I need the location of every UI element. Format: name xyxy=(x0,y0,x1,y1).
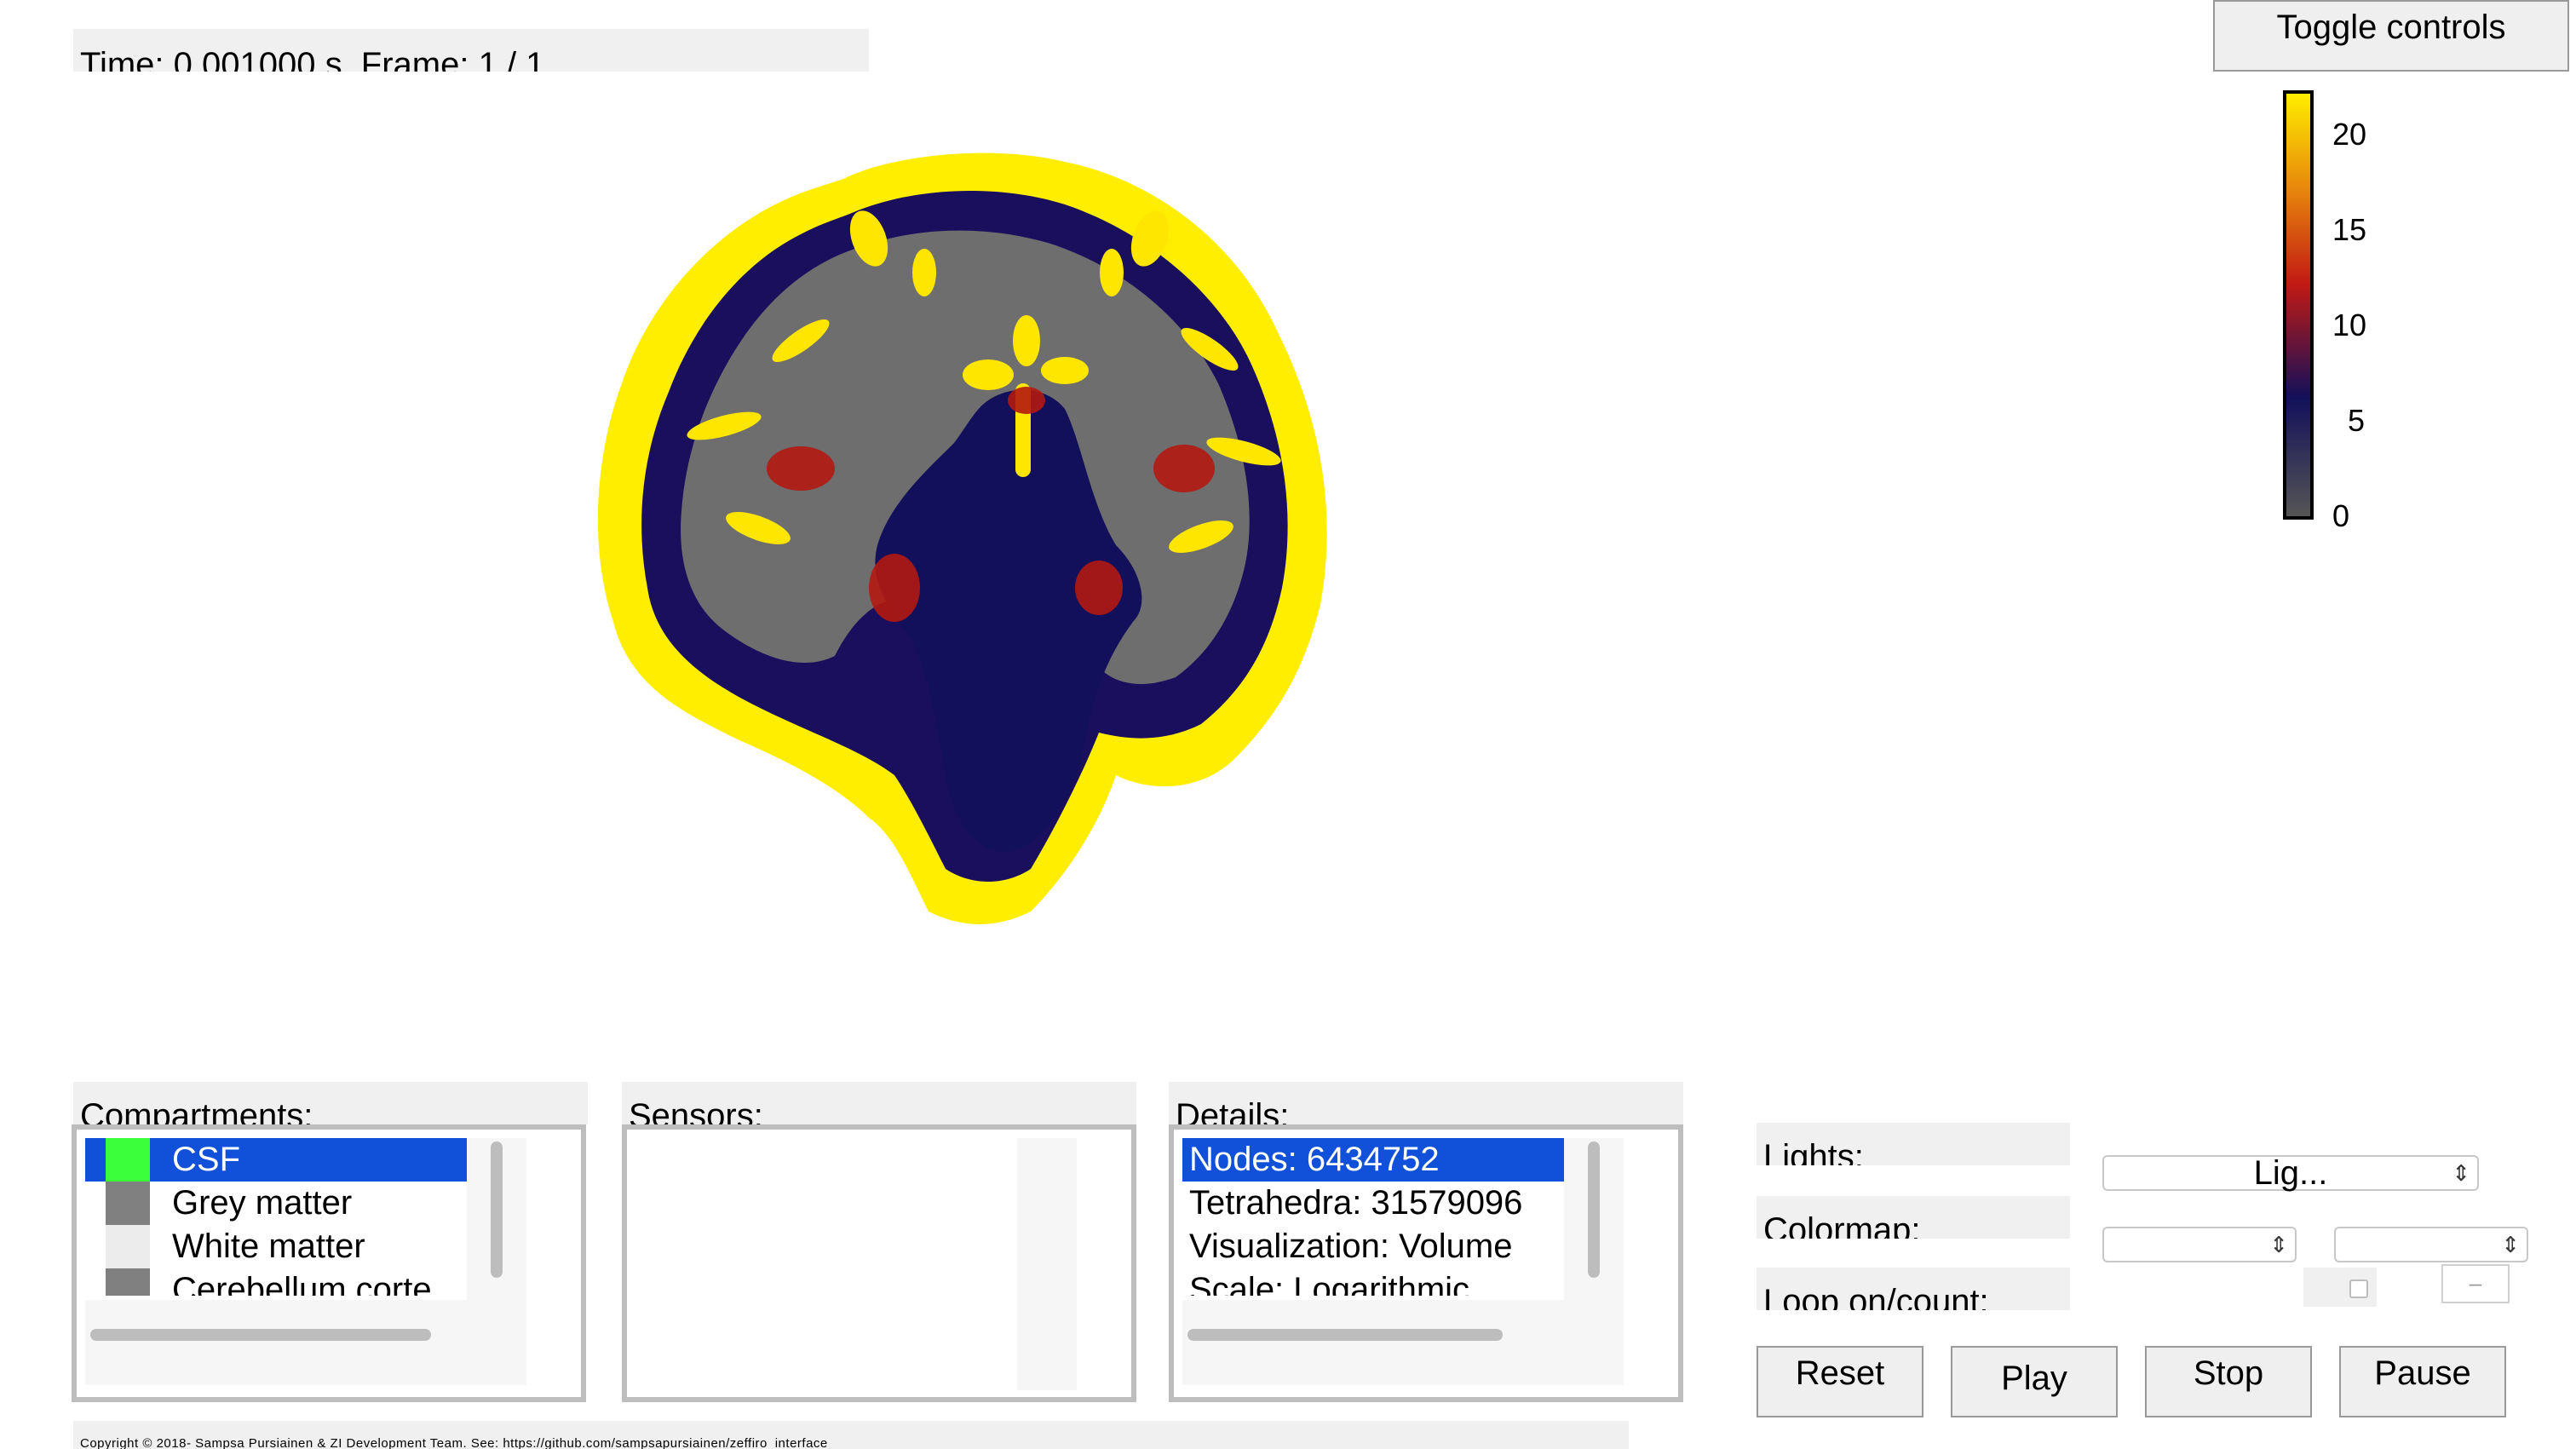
compartments-label: Compartments: xyxy=(73,1082,588,1124)
toggle-controls-button[interactable]: Toggle controls xyxy=(2213,0,2569,72)
colorbar xyxy=(2283,90,2314,520)
scrollbar-thumb[interactable] xyxy=(1187,1329,1503,1341)
reset-button[interactable]: Reset xyxy=(1757,1346,1923,1417)
chevron-updown-icon: ⇕ xyxy=(2452,1160,2470,1186)
loop-count-field[interactable]: – xyxy=(2441,1264,2510,1303)
list-item[interactable]: Scale: Logarithmic xyxy=(1182,1268,1564,1296)
horizontal-scrollbar[interactable] xyxy=(85,1300,467,1385)
copyright-text: Copyright © 2018- Sampsa Pursiainen & ZI… xyxy=(80,1436,828,1449)
list-item[interactable]: Grey matter xyxy=(85,1182,467,1225)
compartment-color-swatch xyxy=(106,1225,150,1268)
colorbar-tick-label: 15 xyxy=(2332,212,2367,247)
list-item[interactable]: Visualization: Volume xyxy=(1182,1225,1564,1268)
list-item[interactable]: Tetrahedra: 31579096 xyxy=(1182,1182,1564,1225)
list-item[interactable]: Nodes: 6434752 xyxy=(1182,1138,1564,1182)
colorbar-tick-label: 10 xyxy=(2332,308,2367,342)
colormap-label: Colormap: xyxy=(1757,1196,2070,1239)
scrollbar-thumb[interactable] xyxy=(491,1141,503,1278)
list-item[interactable]: White matter xyxy=(85,1225,467,1268)
time-frame-label: Time: 0.001000 s, Frame: 1 / 1 xyxy=(73,29,869,72)
lights-dropdown[interactable]: Lig... ⇕ xyxy=(2102,1155,2479,1191)
brain-slice-view[interactable] xyxy=(588,145,1389,929)
colorbar-tick-label: 5 xyxy=(2348,403,2366,438)
colorbar-tick-label: 20 xyxy=(2332,117,2367,152)
colorbar-tick-label: 0 xyxy=(2332,498,2350,533)
list-item[interactable]: Cerebellum corte xyxy=(85,1268,467,1296)
vertical-scrollbar[interactable] xyxy=(467,1138,526,1385)
loop-checkbox[interactable] xyxy=(2349,1279,2368,1298)
time-frame-text: Time: 0.001000 s, Frame: 1 / 1 xyxy=(80,46,545,72)
compartment-color-swatch xyxy=(106,1268,150,1296)
scrollbar-thumb[interactable] xyxy=(1588,1141,1600,1278)
chevron-updown-icon: ⇕ xyxy=(2269,1232,2288,1257)
sensors-label: Sensors: xyxy=(622,1082,1136,1124)
scrollbar-thumb[interactable] xyxy=(90,1329,431,1341)
compartment-color-swatch xyxy=(106,1182,150,1225)
compartments-list[interactable]: CSF Grey matter White matter Cerebellum … xyxy=(72,1124,586,1402)
colormap-dropdown[interactable]: ⇕ xyxy=(2102,1227,2297,1262)
vertical-scrollbar[interactable] xyxy=(1564,1138,1624,1385)
list-item[interactable]: CSF xyxy=(85,1138,467,1182)
details-label: Details: xyxy=(1169,1082,1683,1124)
pause-button[interactable]: Pause xyxy=(2339,1346,2506,1417)
chevron-updown-icon: ⇕ xyxy=(2501,1232,2520,1257)
play-button[interactable]: Play xyxy=(1951,1346,2118,1417)
details-list[interactable]: Nodes: 6434752 Tetrahedra: 31579096 Visu… xyxy=(1169,1124,1683,1402)
footer-bar: Copyright © 2018- Sampsa Pursiainen & ZI… xyxy=(73,1421,1629,1449)
vertical-scrollbar[interactable] xyxy=(1017,1138,1077,1390)
lights-label: Lights: xyxy=(1757,1123,2070,1165)
compartment-color-swatch xyxy=(106,1138,150,1182)
colormap-scale-dropdown[interactable]: ⇕ xyxy=(2334,1227,2528,1262)
sensors-list[interactable] xyxy=(622,1124,1136,1402)
horizontal-scrollbar[interactable] xyxy=(1182,1300,1564,1385)
stop-button[interactable]: Stop xyxy=(2145,1346,2312,1417)
loop-label: Loop on/count: xyxy=(1757,1268,2070,1310)
loop-checkbox-area xyxy=(2303,1268,2377,1307)
